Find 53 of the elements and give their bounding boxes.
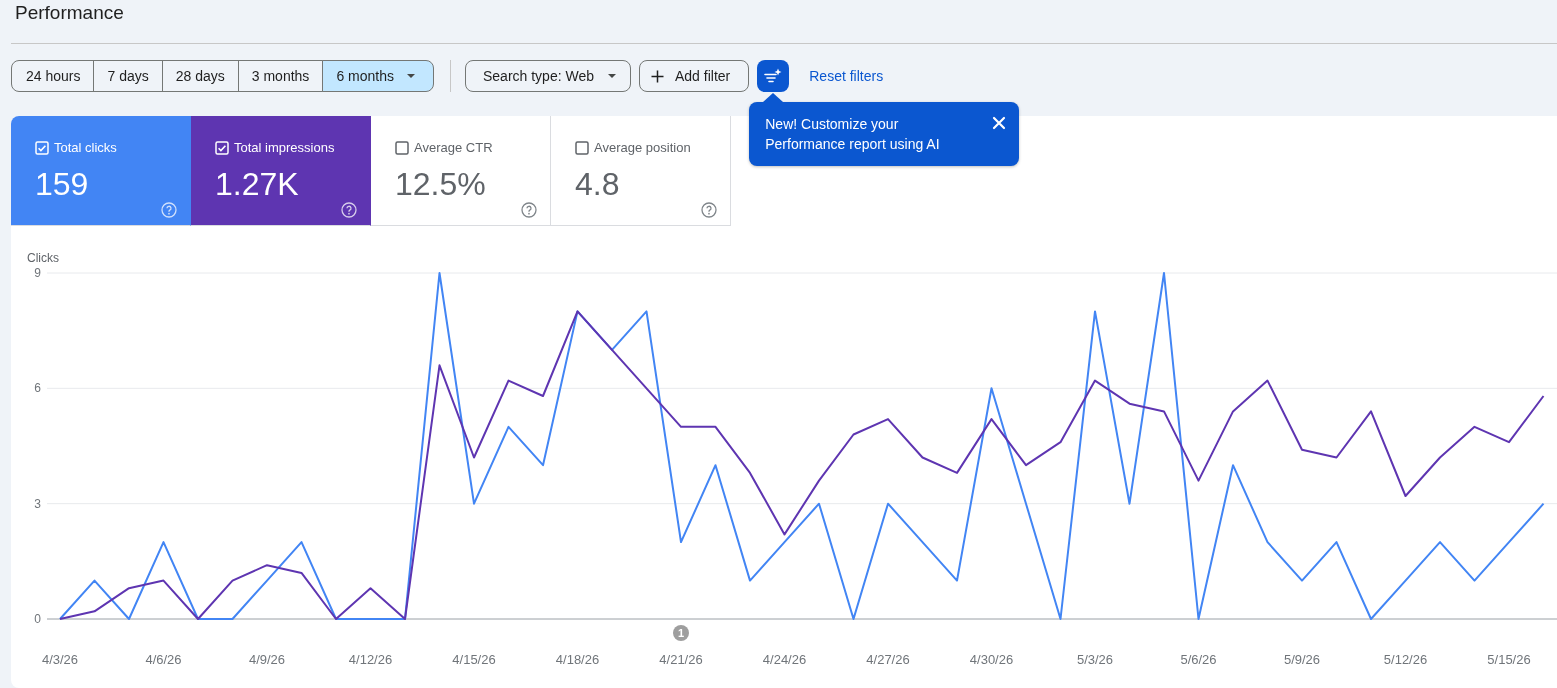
metric-label: Total impressions xyxy=(234,140,335,156)
x-axis-label: 4/3/26 xyxy=(41,652,79,667)
page-title: Performance xyxy=(15,1,125,25)
plus-icon xyxy=(651,69,664,83)
x-axis-label: 4/18/26 xyxy=(555,652,600,667)
metric-label: Average CTR xyxy=(414,140,493,156)
metric-label: Total clicks xyxy=(54,140,117,156)
metric-value: 1.27K xyxy=(215,166,300,202)
x-axis-label: 5/9/26 xyxy=(1283,652,1321,667)
x-axis-label: 5/12/26 xyxy=(1383,652,1428,667)
metric-card[interactable]: Average CTR 12.5% xyxy=(371,116,551,226)
sparkle-lines-icon xyxy=(764,68,783,84)
x-axis-label: 4/6/26 xyxy=(145,652,182,667)
y-axis-title: Clicks xyxy=(27,251,59,265)
help-icon xyxy=(521,202,537,218)
time-range-button[interactable]: 6 months xyxy=(322,60,434,92)
time-range-button[interactable]: 7 days xyxy=(93,60,163,92)
x-axis-label: 5/15/26 xyxy=(1487,652,1531,667)
y-axis-label: 6 xyxy=(34,381,41,396)
x-axis-label: 4/9/26 xyxy=(248,652,286,667)
help-icon xyxy=(701,202,717,218)
tooltip-text: New! Customize your Performance report using AI xyxy=(765,115,941,154)
x-axis-label: 4/21/26 xyxy=(659,652,703,667)
time-range-button[interactable]: 28 days xyxy=(161,60,239,92)
metric-value: 159 xyxy=(35,166,90,202)
x-axis-label: 4/15/26 xyxy=(452,652,496,667)
metric-card[interactable]: Total impressions 1.27K xyxy=(191,116,371,226)
metric-card[interactable]: Total clicks 159 xyxy=(11,116,191,226)
add-filter-button[interactable]: Add filter xyxy=(639,60,750,92)
x-axis-label: 4/12/26 xyxy=(348,652,393,667)
x-axis-label: 4/27/26 xyxy=(866,652,910,667)
metric-value: 4.8 xyxy=(575,166,621,202)
metric-card[interactable]: Average position 4.8 xyxy=(551,116,731,226)
metric-label: Average position xyxy=(594,140,691,156)
x-axis-label: 4/24/26 xyxy=(762,652,807,667)
y-axis-label: 9 xyxy=(34,266,41,280)
metric-value: 12.5% xyxy=(395,166,487,202)
reset-filters-link[interactable]: Reset filters xyxy=(809,65,884,87)
checkbox[interactable] xyxy=(575,141,589,155)
x-axis-label: 5/3/26 xyxy=(1076,652,1114,667)
time-range-button[interactable]: 24 hours xyxy=(11,60,95,92)
x-axis-label: 5/6/26 xyxy=(1180,652,1217,667)
close-icon xyxy=(992,116,1007,130)
help-icon xyxy=(161,202,177,218)
x-axis-label: 4/30/26 xyxy=(969,652,1014,667)
help-icon xyxy=(341,202,357,218)
checkbox[interactable] xyxy=(395,141,409,155)
search-type-dropdown[interactable]: Search type: Web xyxy=(464,60,631,92)
y-axis-label: 3 xyxy=(34,496,41,511)
caret-icon xyxy=(608,74,616,78)
caret-icon xyxy=(406,74,415,78)
close-button[interactable] xyxy=(992,116,1007,130)
y-axis-label: 0 xyxy=(34,612,41,626)
